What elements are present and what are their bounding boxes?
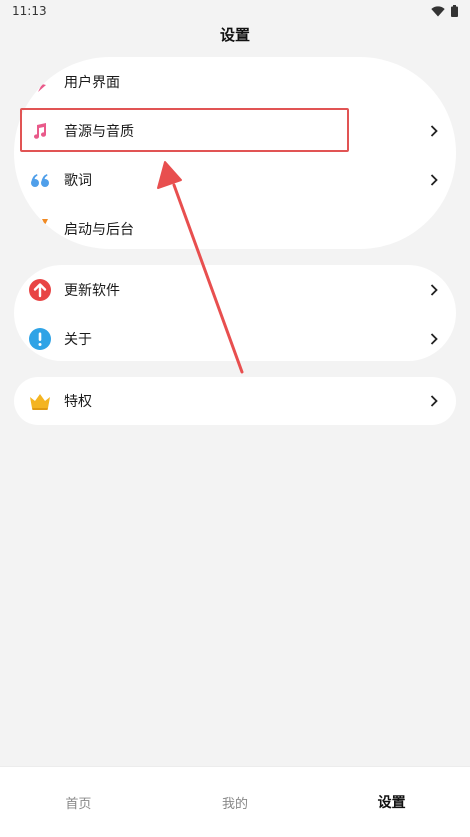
settings-item-about[interactable]: 关于 — [14, 314, 456, 361]
settings-item-label: 用户界面 — [64, 74, 120, 91]
settings-item-label: 关于 — [64, 331, 92, 348]
settings-item-lyrics[interactable]: 歌词 — [14, 155, 456, 204]
chevron-right-icon — [428, 332, 440, 346]
settings-item-label: 更新软件 — [64, 282, 120, 299]
settings-group-privilege: 特权 — [14, 377, 456, 425]
chevron-right-icon — [428, 173, 440, 187]
wifi-icon — [431, 5, 445, 16]
settings-item-startup-background[interactable]: 启动与后台 — [14, 204, 456, 249]
crown-icon — [28, 389, 52, 413]
settings-item-privilege[interactable]: 特权 — [14, 377, 456, 425]
settings-item-user-interface[interactable]: 用户界面 — [14, 57, 456, 106]
battery-icon — [451, 5, 458, 17]
chevron-right-icon — [428, 394, 440, 408]
settings-group-display: 用户界面 音源与音质 歌词 启动与后台 — [14, 57, 456, 249]
status-icons — [431, 5, 458, 17]
settings-item-label: 特权 — [64, 394, 92, 410]
settings-item-label: 启动与后台 — [64, 221, 134, 238]
bottom-nav: 首页 我的 设置 — [0, 766, 470, 837]
chevron-right-icon — [428, 124, 440, 138]
status-time: 11:13 — [12, 4, 47, 18]
nav-item-settings[interactable]: 设置 — [314, 792, 470, 812]
chevron-right-icon — [428, 283, 440, 297]
rocket-icon — [28, 217, 52, 241]
settings-group-app: 更新软件 关于 — [14, 265, 456, 361]
quote-icon — [28, 168, 52, 192]
settings-item-label: 歌词 — [64, 172, 92, 189]
nav-item-mine[interactable]: 我的 — [157, 793, 313, 812]
info-icon — [28, 327, 52, 351]
update-arrow-icon — [28, 278, 52, 302]
nav-item-home[interactable]: 首页 — [0, 793, 156, 812]
status-bar: 11:13 — [0, 0, 470, 22]
page-title: 设置 — [219, 26, 250, 44]
highlight-box-annotation — [20, 108, 349, 152]
palette-icon — [28, 70, 52, 94]
settings-item-update[interactable]: 更新软件 — [14, 265, 456, 314]
